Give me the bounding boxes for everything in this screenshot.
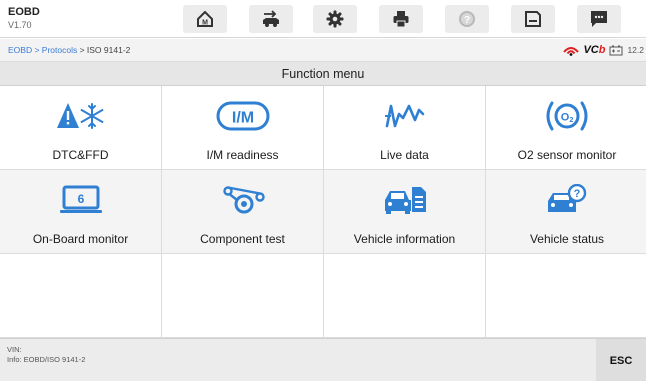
page-title: Function menu (0, 62, 646, 86)
svg-text:?: ? (464, 15, 470, 26)
app-version: V1.70 (8, 20, 32, 30)
print-button[interactable] (379, 5, 423, 33)
warning-snowflake-icon (56, 103, 103, 129)
breadcrumb: EOBD > Protocols > ISO 9141-2 (8, 45, 130, 56)
function-tile-component-test[interactable]: Component test (162, 170, 324, 254)
messages-button[interactable] (577, 5, 621, 33)
vehicle-info-icon (384, 187, 426, 214)
breadcrumb-bar: EOBD > Protocols > ISO 9141-2 VCb 12.2 (0, 39, 646, 62)
o2-sensor-icon: O 2 (546, 101, 588, 131)
function-label: I/M readiness (206, 148, 279, 162)
svg-text:O: O (561, 112, 570, 124)
live-data-icon (384, 104, 424, 128)
component-test-icon (222, 186, 265, 214)
function-tile-im-readiness[interactable]: I/M I/M readiness (162, 86, 324, 170)
app-name: EOBD (8, 6, 40, 18)
info-label: Info: EOBD/ISO 9141-2 (7, 355, 86, 364)
save-icon (525, 11, 541, 27)
vin-label: VIN: (7, 345, 22, 354)
svg-text:2: 2 (570, 117, 574, 124)
breadcrumb-separator: > (77, 45, 87, 55)
function-tile-vehicle-status[interactable]: ? Vehicle status (486, 170, 646, 254)
breadcrumb-separator: > (32, 45, 42, 55)
vci-label: VCb (583, 44, 606, 56)
wireless-connection-icon (563, 47, 580, 56)
function-label: On-Board monitor (32, 232, 129, 246)
help-button[interactable]: ? (445, 5, 489, 33)
svg-text:M: M (202, 20, 208, 27)
battery-voltage: 12.2 (627, 45, 644, 55)
breadcrumb-item-protocols[interactable]: Protocols (42, 45, 77, 55)
top-bar: EOBD V1.70 M ? (0, 0, 646, 38)
empty-tile (324, 254, 486, 338)
home-button[interactable]: M (183, 5, 227, 33)
empty-tile (0, 254, 162, 338)
function-tile-o2-sensor-monitor[interactable]: O 2 O2 sensor monitor (486, 86, 646, 170)
onboard-monitor-icon: 6 (59, 185, 102, 213)
battery-icon (609, 45, 623, 55)
breadcrumb-item-eobd[interactable]: EOBD (8, 45, 32, 55)
function-label: DTC&FFD (52, 148, 109, 162)
save-button[interactable] (511, 5, 555, 33)
svg-text:6: 6 (77, 192, 84, 206)
svg-text:I/M: I/M (231, 110, 253, 127)
vehicle-swap-icon (263, 10, 279, 27)
im-readiness-icon: I/M (216, 101, 269, 131)
message-icon (591, 11, 607, 27)
gear-icon (326, 10, 344, 28)
printer-icon (393, 11, 409, 28)
help-icon: ? (459, 11, 475, 27)
function-tile-onboard-monitor[interactable]: 6 On-Board monitor (0, 170, 162, 254)
function-tile-dtc-ffd[interactable]: DTC&FFD (0, 86, 162, 170)
empty-tile (486, 254, 646, 338)
connection-status: VCb 12.2 (563, 43, 644, 57)
home-icon: M (197, 10, 213, 27)
function-label: Component test (200, 232, 285, 246)
function-label: Vehicle status (529, 232, 605, 246)
function-label: Vehicle information (353, 232, 456, 246)
function-tile-vehicle-information[interactable]: Vehicle information (324, 170, 486, 254)
vehicle-status-icon: ? (548, 184, 587, 212)
breadcrumb-current: ISO 9141-2 (86, 45, 131, 55)
vehicle-swap-button[interactable] (249, 5, 293, 33)
esc-button[interactable]: ESC (596, 339, 646, 381)
function-tile-live-data[interactable]: Live data (324, 86, 486, 170)
svg-text:?: ? (574, 188, 581, 200)
empty-tile (162, 254, 324, 338)
settings-button[interactable] (313, 5, 357, 33)
function-label: Live data (380, 148, 429, 162)
footer-bar: VIN: Info: EOBD/ISO 9141-2 ESC (0, 338, 646, 381)
function-label: O2 sensor monitor (517, 148, 617, 162)
function-grid: DTC&FFD I/M I/M readiness Live data O 2 … (0, 86, 646, 338)
